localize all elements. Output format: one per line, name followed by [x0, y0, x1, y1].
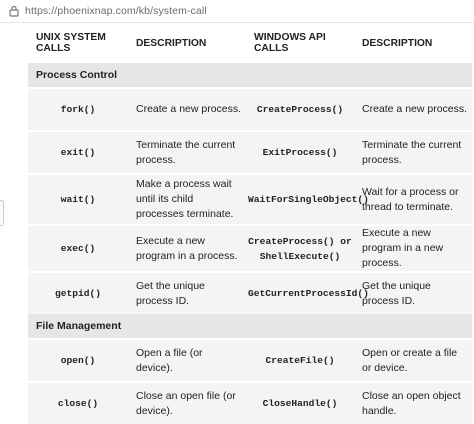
table-row: exit() Terminate the current process. Ex… [28, 130, 472, 174]
table-row: open() Open a file (or device). CreateFi… [28, 338, 472, 382]
table-row: exec() Execute a new program in a proces… [28, 224, 472, 272]
header-unix-system-calls: UNIX SYSTEM CALLS [28, 23, 128, 63]
unix-call: open() [28, 338, 128, 382]
unix-call: wait() [28, 173, 128, 225]
windows-call: CreateProcess() or ShellExecute() [246, 224, 354, 272]
table-row: getpid() Get the unique process ID. GetC… [28, 271, 472, 314]
unix-description: Terminate the current process. [128, 130, 246, 174]
section-title: File Management [28, 314, 472, 339]
table-row: fork() Create a new process. CreateProce… [28, 87, 472, 131]
system-calls-table: UNIX SYSTEM CALLS DESCRIPTION WINDOWS AP… [28, 23, 472, 424]
table-row: close() Close an open file (or device). … [28, 381, 472, 424]
windows-call: WaitForSingleObject() [246, 173, 369, 225]
unix-description: Create a new process. [128, 87, 246, 131]
windows-description: Terminate the current process. [354, 130, 472, 174]
section-title: Process Control [28, 63, 472, 88]
windows-description: Create a new process. [354, 87, 472, 131]
section-row: File Management [28, 314, 472, 339]
url-text[interactable]: https://phoenixnap.com/kb/system-call [25, 5, 207, 17]
table-row: wait() Make a process wait until its chi… [28, 173, 472, 225]
windows-description: Get the unique process ID. [354, 271, 472, 314]
windows-call: CreateFile() [246, 338, 354, 382]
unix-description: Make a process wait until its child proc… [128, 173, 246, 225]
windows-call: GetCurrentProcessId() [246, 271, 369, 314]
unix-call: exit() [28, 130, 128, 174]
windows-call: CloseHandle() [246, 381, 354, 424]
header-description: DESCRIPTION [354, 23, 472, 63]
windows-call: ExitProcess() [246, 130, 354, 174]
windows-description: Execute a new program in a new process. [354, 224, 472, 272]
section-row: Process Control [28, 63, 472, 88]
address-bar[interactable]: https://phoenixnap.com/kb/system-call [0, 0, 474, 23]
side-panel-handle[interactable] [0, 200, 4, 226]
unix-description: Close an open file (or device). [128, 381, 246, 424]
header-description: DESCRIPTION [128, 23, 246, 63]
unix-call: getpid() [28, 271, 128, 314]
windows-description: Open or create a file or device. [354, 338, 472, 382]
unix-description: Execute a new program in a process. [128, 224, 246, 272]
unix-description: Get the unique process ID. [128, 271, 246, 314]
windows-call: CreateProcess() [246, 87, 354, 131]
header-windows-api-calls: WINDOWS API CALLS [246, 23, 354, 63]
windows-description: Wait for a process or thread to terminat… [354, 173, 472, 225]
table-header-row: UNIX SYSTEM CALLS DESCRIPTION WINDOWS AP… [28, 23, 472, 63]
site-info-icon[interactable] [8, 5, 20, 17]
unix-call: fork() [28, 87, 128, 131]
unix-call: close() [28, 381, 128, 424]
windows-description: Close an open object handle. [354, 381, 472, 424]
unix-description: Open a file (or device). [128, 338, 246, 382]
unix-call: exec() [28, 224, 128, 272]
